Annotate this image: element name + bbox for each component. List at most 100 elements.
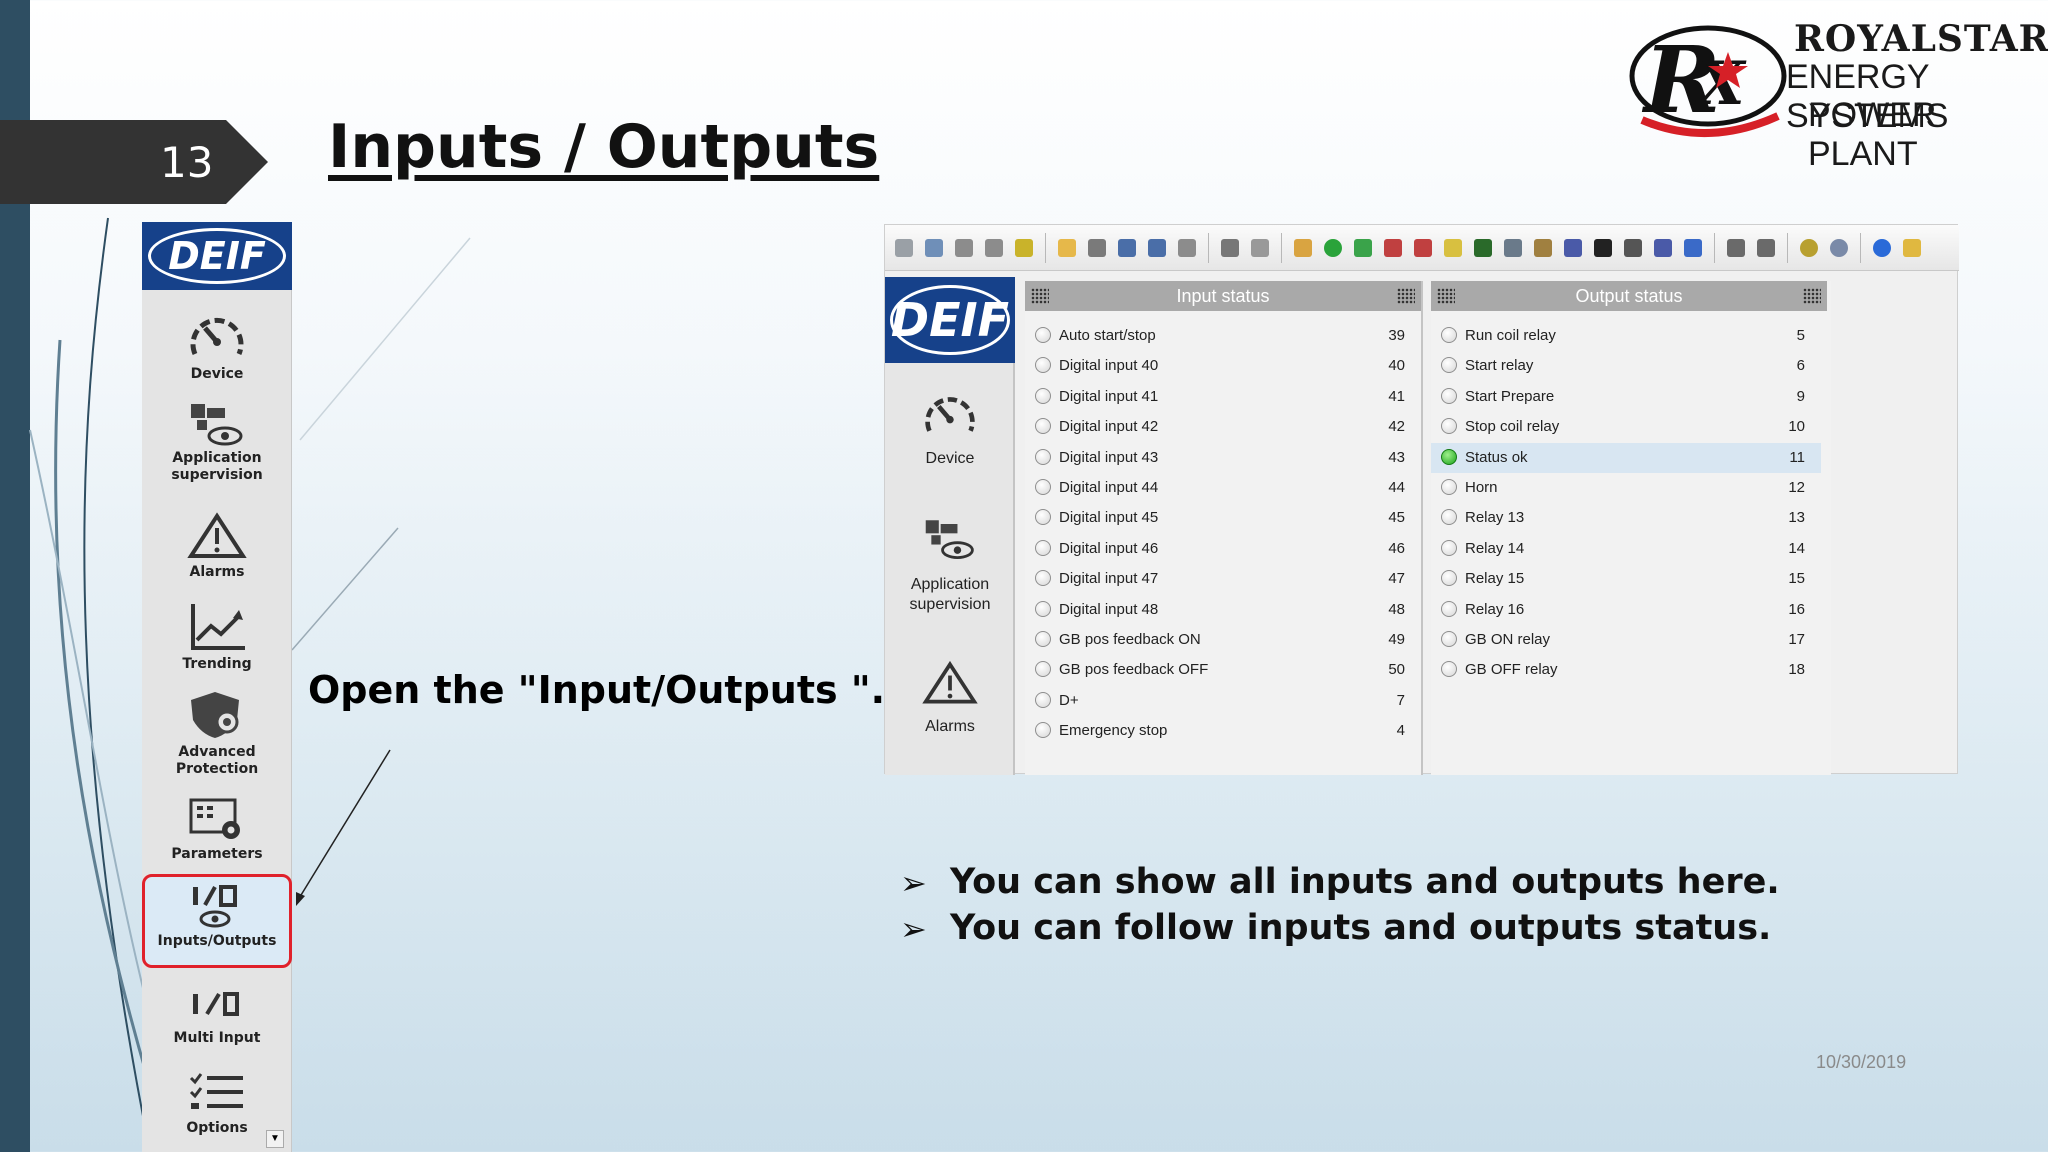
male-icon[interactable]	[1826, 235, 1852, 261]
input-number: 46	[1388, 539, 1405, 557]
status-led-icon	[1035, 357, 1051, 374]
open-folder-icon[interactable]	[1054, 235, 1080, 261]
panel-grip-icon[interactable]	[1397, 288, 1415, 304]
sidebar-item-label: Trending	[182, 656, 252, 672]
network-icon[interactable]	[1500, 235, 1526, 261]
sort-icon[interactable]	[1753, 235, 1779, 261]
input-name: Digital input 47	[1059, 570, 1159, 588]
toolbar	[885, 225, 1959, 271]
panel-grip-icon[interactable]	[1031, 288, 1049, 304]
deif-sidebar: DEIF Device Application supervision Alar…	[142, 222, 292, 1152]
output-status-panel: Output status Run coil relay 5 Start rela…	[1431, 281, 1831, 775]
deif-logo-text: DEIF	[148, 228, 286, 284]
shield-icon[interactable]	[1899, 235, 1925, 261]
status-led-icon	[1441, 357, 1457, 374]
slide-title: Inputs / Outputs	[328, 112, 880, 182]
app-sidebar-item-alarms[interactable]: Alarms	[885, 657, 1015, 737]
users-icon[interactable]	[951, 235, 977, 261]
output-row: GB OFF relay 18	[1431, 655, 1821, 685]
transfer-icon[interactable]	[1680, 235, 1706, 261]
sidebar-item-advanced-protection[interactable]: Advanced Protection	[142, 684, 292, 777]
output-name: GB ON relay	[1465, 630, 1551, 648]
new-doc-icon[interactable]	[1084, 235, 1110, 261]
toolbar-separator	[1281, 232, 1282, 263]
link-icon[interactable]	[891, 235, 917, 261]
app-sidebar-item-application-supervision[interactable]: Application supervision	[885, 509, 1015, 615]
input-name: D+	[1059, 691, 1079, 709]
sidebar-item-application-supervision[interactable]: Application supervision	[142, 394, 292, 483]
edit-icon[interactable]	[1290, 235, 1316, 261]
input-row: Digital input 46 46	[1025, 534, 1421, 564]
monitor-icon[interactable]	[1470, 235, 1496, 261]
output-name: Horn	[1465, 478, 1498, 496]
input-row: Auto start/stop 39	[1025, 321, 1421, 351]
pid-icon[interactable]	[1560, 235, 1586, 261]
toolbar-separator	[1208, 232, 1209, 263]
output-row-selected[interactable]: Status ok 11	[1431, 442, 1821, 473]
app-sidebar-item-device[interactable]: Device	[885, 387, 1015, 469]
sidebar-item-parameters[interactable]: Parameters	[142, 790, 292, 878]
status-led-icon	[1035, 478, 1051, 495]
input-name: Digital input 48	[1059, 600, 1159, 618]
input-number: 44	[1388, 478, 1405, 496]
input-status-title: Input status	[1176, 286, 1270, 306]
input-row: Digital input 44 44	[1025, 473, 1421, 503]
toolbar-separator	[1860, 232, 1861, 263]
output-number: 11	[1789, 448, 1805, 466]
write-all-icon[interactable]	[1410, 235, 1436, 261]
royalstar-logo-mark-icon: R X	[1629, 25, 1787, 138]
list-icon[interactable]	[1723, 235, 1749, 261]
sidebar-item-label: Inputs/Outputs	[157, 933, 277, 949]
users-icon[interactable]	[981, 235, 1007, 261]
key-icon[interactable]	[1011, 235, 1037, 261]
wizard-icon[interactable]	[1440, 235, 1466, 261]
input-row: Digital input 42 42	[1025, 412, 1421, 442]
print-preview-icon[interactable]	[1247, 235, 1273, 261]
input-row: D+ 7	[1025, 686, 1421, 716]
sidebar-item-alarms[interactable]: Alarms	[142, 506, 292, 594]
bullet-text: You can show all inputs and outputs here…	[950, 862, 1780, 902]
save-icon[interactable]	[1114, 235, 1140, 261]
save-as-icon[interactable]	[1144, 235, 1170, 261]
input-rows: Auto start/stop 39 Digital input 40 40 Dig…	[1025, 321, 1421, 746]
sidebar-item-options[interactable]: Options ▼	[142, 1064, 292, 1152]
id-icon[interactable]	[1650, 235, 1676, 261]
settings-icon[interactable]	[921, 235, 947, 261]
instruction-text: Open the "Input/Outputs ".	[308, 668, 886, 712]
status-led-icon	[1441, 630, 1457, 647]
output-name: Relay 14	[1465, 539, 1525, 557]
toolbar-separator	[1787, 232, 1788, 263]
green-n-icon[interactable]	[1320, 235, 1346, 261]
io-eye-icon	[193, 885, 237, 928]
clock-icon[interactable]	[1590, 235, 1616, 261]
status-led-icon	[1035, 509, 1051, 526]
sidebar-item-trending[interactable]: Trending	[142, 596, 292, 684]
status-led-icon	[1035, 630, 1051, 647]
panel-grip-icon[interactable]	[1437, 288, 1455, 304]
tools-icon[interactable]	[1530, 235, 1556, 261]
options-dropdown-caret-icon[interactable]: ▼	[266, 1130, 284, 1148]
refresh-icon[interactable]	[1350, 235, 1376, 261]
sidebar-item-device[interactable]: Device	[142, 304, 292, 392]
input-number: 45	[1388, 509, 1405, 527]
print-icon[interactable]	[1217, 235, 1243, 261]
folder-icon[interactable]	[1174, 235, 1200, 261]
output-row: Run coil relay 5	[1431, 321, 1821, 351]
output-number: 14	[1788, 539, 1805, 557]
output-number: 10	[1788, 418, 1805, 436]
output-rows: Run coil relay 5 Start relay 6 Start Prepa…	[1431, 321, 1821, 686]
sidebar-item-label: Multi Input	[173, 1030, 261, 1046]
input-number: 50	[1388, 661, 1405, 679]
sidebar-item-inputs-outputs[interactable]: Inputs/Outputs	[142, 874, 292, 968]
panel-grip-icon[interactable]	[1803, 288, 1821, 304]
sidebar-item-multi-input[interactable]: Multi Input	[142, 974, 292, 1062]
input-name: Digital input 45	[1059, 509, 1159, 527]
info-icon[interactable]	[1869, 235, 1895, 261]
write-icon[interactable]	[1380, 235, 1406, 261]
gear-icon[interactable]	[1796, 235, 1822, 261]
deif-utility-window: DEIF Device Application supervision Alar…	[884, 224, 1959, 775]
trend-chart-icon	[191, 604, 245, 650]
output-row: Relay 16 16	[1431, 595, 1821, 625]
output-row: Stop coil relay 10	[1431, 412, 1821, 442]
sum-icon[interactable]	[1620, 235, 1646, 261]
